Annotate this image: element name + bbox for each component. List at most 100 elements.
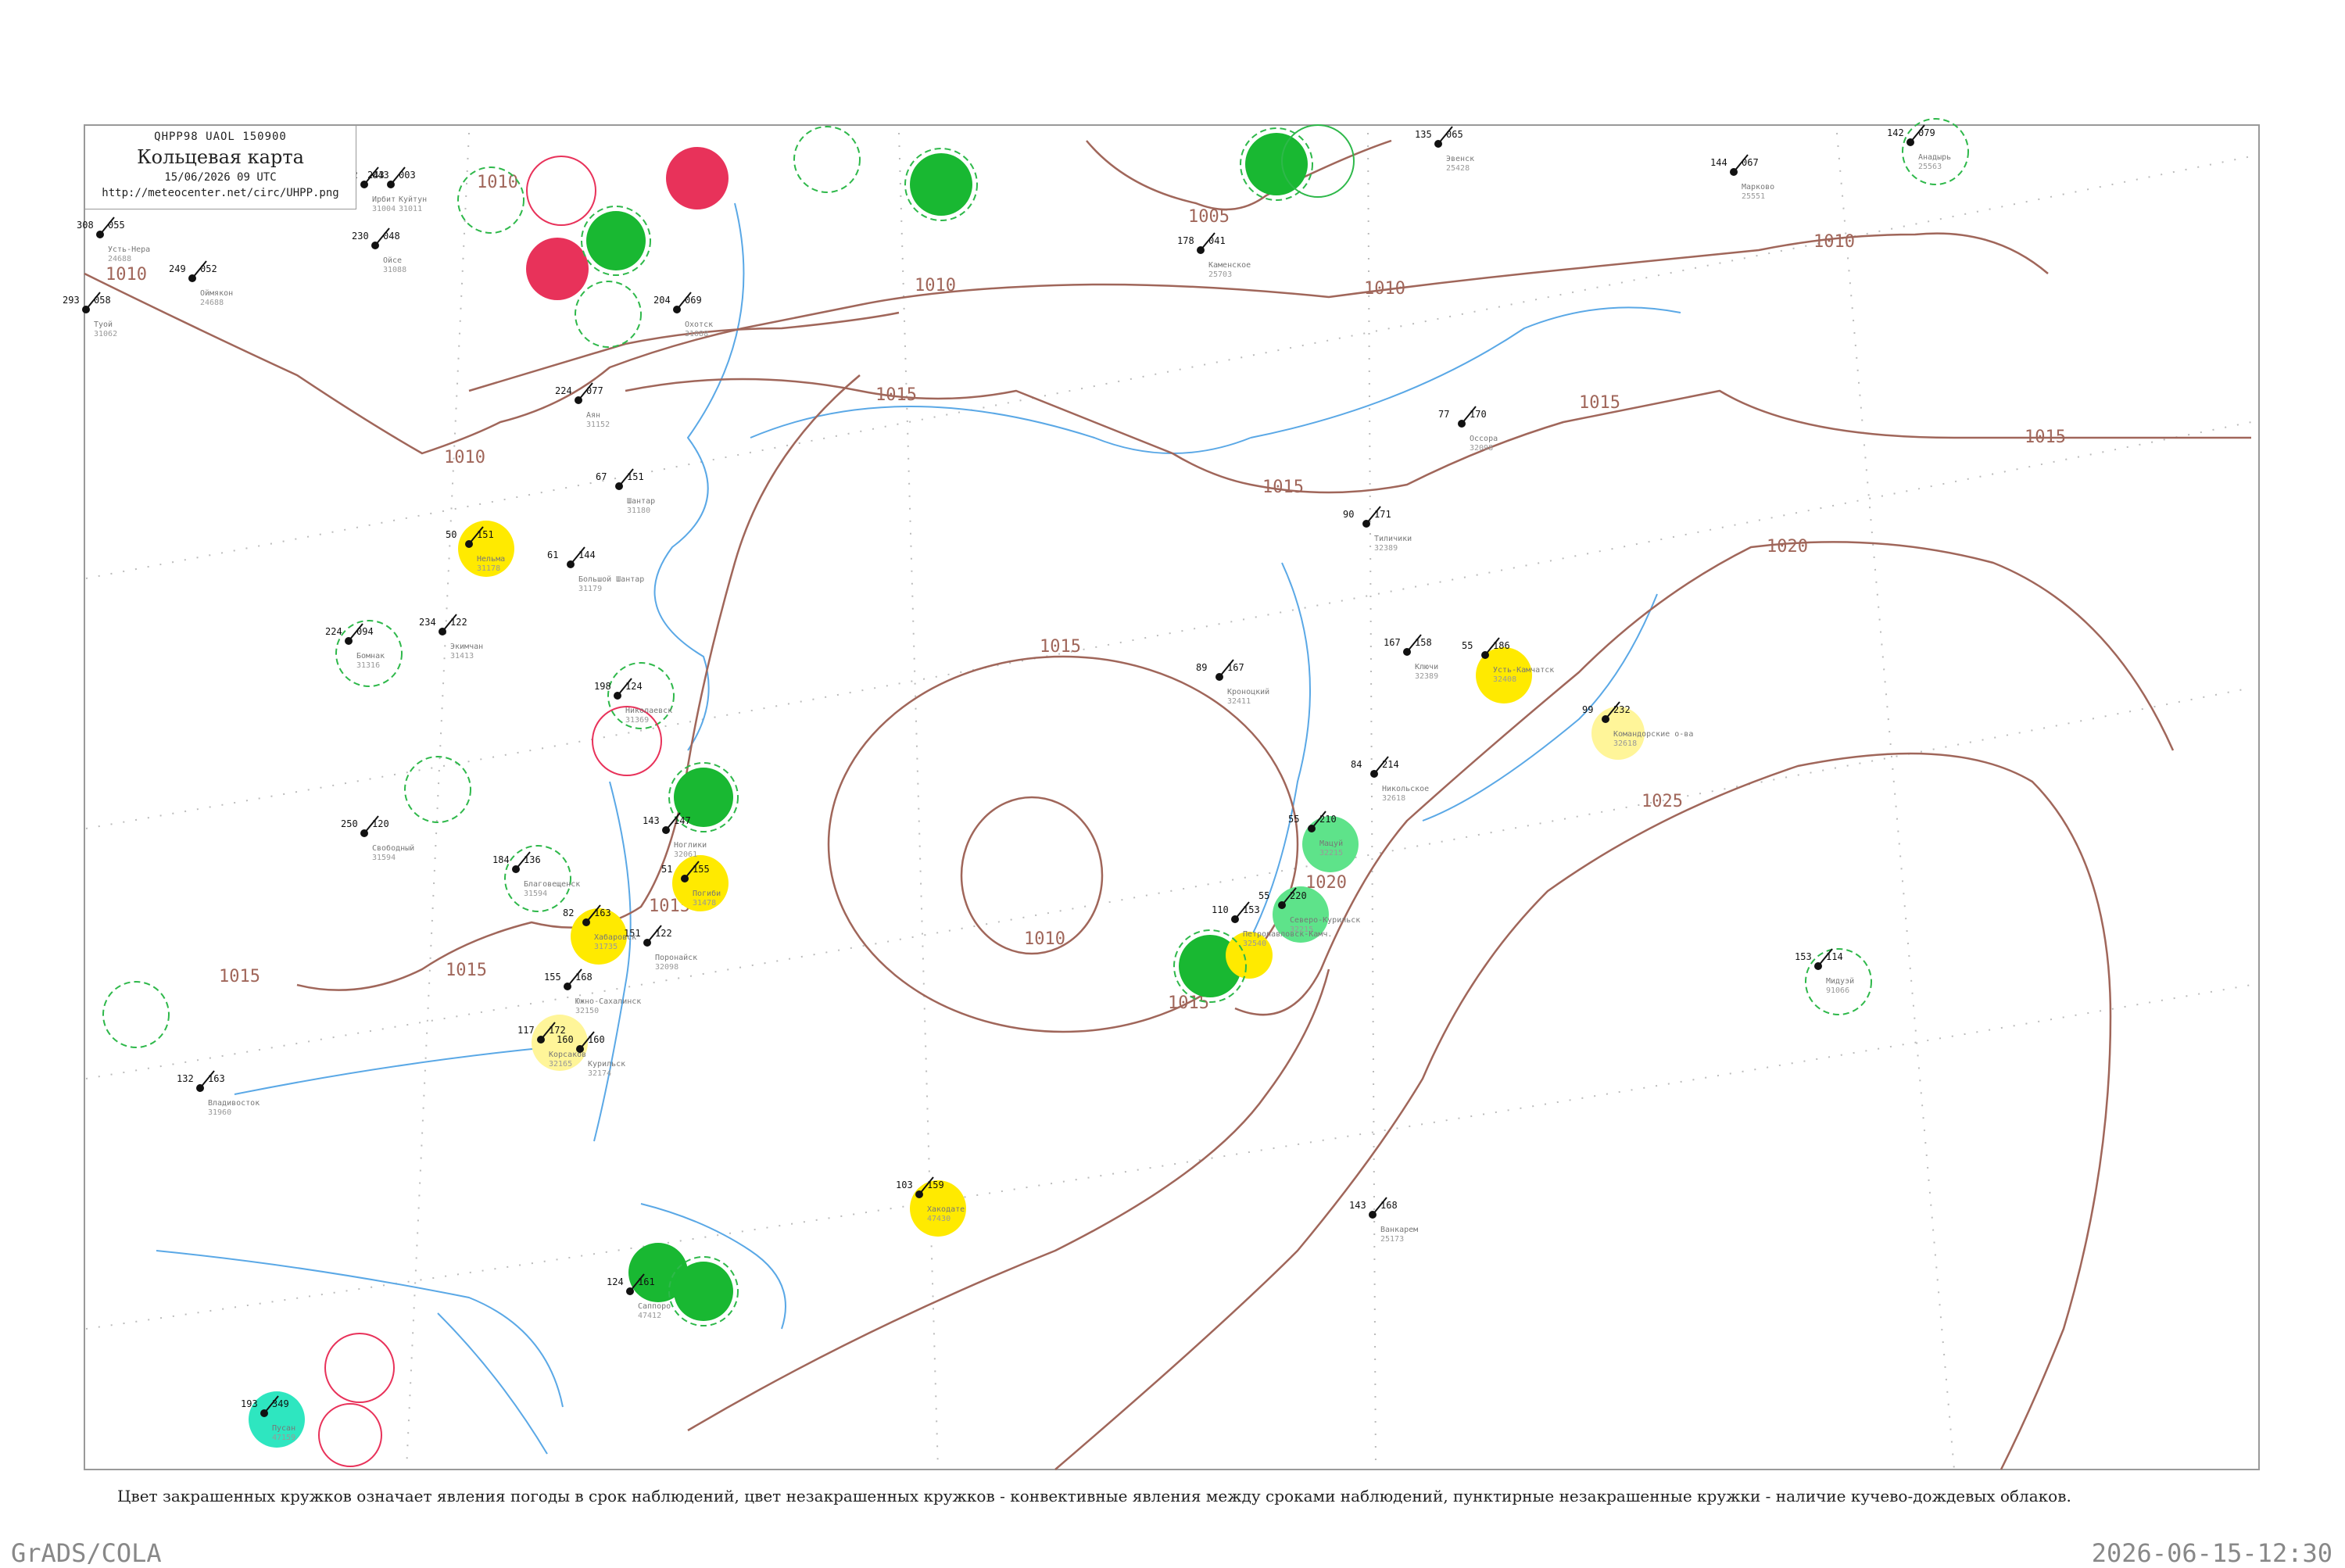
station-name: Охотск	[685, 320, 713, 329]
isobar-label: 1005	[1188, 207, 1230, 227]
isobar-label: 1010	[1813, 232, 1855, 252]
station-plot: 132 163 Владивосток31960	[177, 1070, 260, 1117]
station-name: Командорские о-ва	[1613, 730, 1693, 739]
rain-circle	[910, 153, 972, 216]
station-id: 25551	[1742, 192, 1765, 201]
station-id: 31735	[594, 943, 618, 951]
station-name: Туой	[94, 320, 113, 329]
station-pressure: 094	[356, 626, 374, 637]
station-pressure: 158	[1415, 637, 1432, 648]
station-temp: 103	[896, 1180, 913, 1190]
weather-circles	[102, 118, 1969, 1467]
render-timestamp: 2026-06-15-12:30	[2091, 1538, 2332, 1568]
station-id: 25703	[1208, 270, 1232, 279]
station-id: 31413	[450, 652, 474, 660]
station-pressure: 349	[272, 1398, 289, 1409]
station-pressure: 136	[524, 854, 541, 865]
station-id: 31594	[524, 890, 547, 898]
station-plot: 234 122 Экимчан31413	[419, 614, 483, 660]
station-temp: 230	[352, 231, 369, 242]
station-id: 31960	[208, 1108, 231, 1117]
station-pressure: 159	[927, 1180, 944, 1190]
isobar-label: 1010	[915, 276, 956, 295]
station-name: Анадырь	[1918, 153, 1951, 162]
station-pressure: 052	[200, 263, 217, 274]
station-id: 31004	[372, 205, 396, 213]
station-temp: 198	[594, 681, 611, 692]
station-id: 32098	[1470, 444, 1493, 453]
station-pressure: 163	[208, 1073, 225, 1084]
station-name: Нельма	[477, 555, 505, 564]
station-plot: 224 094 Бомнак31316	[325, 623, 385, 670]
station-name: Никольское	[1382, 785, 1429, 793]
station-pressure: 163	[594, 908, 611, 918]
station-plot: 153 114 Мидуэй91066	[1795, 948, 1854, 995]
isobar-label: 1015	[1262, 478, 1304, 497]
station-pressure: 144	[578, 550, 596, 560]
software-credit: GrADS/COLA	[11, 1538, 162, 1568]
cb-dashed-circle	[575, 281, 642, 348]
station-pressure: 186	[1493, 640, 1510, 651]
station-temp: 249	[169, 263, 186, 274]
station-temp: 82	[563, 908, 574, 918]
rain-circle	[1245, 133, 1308, 195]
synoptic-map: 1010 1010 1010 1010 1010 1005 1010 1015 …	[63, 118, 2260, 1470]
station-temp: 143	[643, 815, 660, 826]
station-id: 32061	[674, 850, 697, 859]
station-name: Ключи	[1415, 663, 1438, 671]
isobar-label: 1015	[1579, 393, 1620, 413]
station-pressure: 160	[588, 1034, 605, 1045]
station-name: Саппоро	[638, 1302, 671, 1311]
station-name: Экимчан	[450, 643, 483, 651]
map-url[interactable]: http://meteocenter.net/circ/UHPP.png	[85, 187, 356, 199]
legend-explanation: Цвет закрашенных кружков означает явлени…	[117, 1487, 2071, 1505]
station-plot: 230 048 Ойсе31088	[352, 227, 406, 274]
station-name: Ойсе	[383, 256, 402, 265]
station-plot: 77 170 Оссора32098	[1438, 406, 1498, 453]
station-name: Кроноцкий	[1227, 687, 1269, 696]
station-id: 32389	[1374, 544, 1398, 553]
station-id: 47412	[638, 1312, 661, 1320]
station-name: Пусан	[272, 1424, 295, 1433]
station-id: 31011	[399, 205, 422, 213]
station-id: 32540	[1243, 940, 1266, 948]
station-name: Хакодате	[927, 1205, 965, 1214]
station-id: 47159	[272, 1434, 295, 1442]
thunder-circle	[526, 238, 589, 300]
station-id: 32174	[588, 1069, 611, 1078]
station-temp: 144	[1710, 157, 1727, 168]
station-plot: 90 171 Тиличики32389	[1343, 506, 1412, 553]
station-name: Благовещенск	[524, 880, 580, 889]
station-plot: 143 168 Ванкарем25173	[1349, 1197, 1418, 1244]
cb-dashed-circle	[102, 981, 170, 1048]
station-id: 32389	[1415, 672, 1438, 681]
station-name: Свободный	[372, 843, 414, 853]
station-temp: 55	[1288, 814, 1299, 825]
station-temp: 124	[607, 1276, 624, 1287]
station-pressure: 171	[1374, 509, 1391, 520]
station-pressure: 069	[685, 295, 702, 306]
station-temp: 55	[1258, 890, 1269, 901]
station-temp: 167	[1384, 637, 1401, 648]
station-id: 31180	[627, 507, 650, 515]
station-id: 25428	[1446, 164, 1470, 173]
isobar-label: 1010	[444, 448, 485, 467]
station-temp: 243	[367, 170, 385, 181]
bulletin-code: QHPP98 UAOL 150900	[154, 131, 287, 143]
station-plot: 84 214 Никольское32618	[1351, 756, 1429, 803]
station-temp: 50	[446, 529, 456, 540]
station-plot: 142 079 Анадырь25563	[1887, 124, 1951, 171]
thunder-hollow-circle	[526, 156, 596, 226]
station-plot: 249 052 Оймякон24688	[169, 260, 233, 307]
isobar-label: 1015	[446, 961, 487, 980]
station-pressure: 214	[1382, 759, 1399, 770]
station-id: 25173	[1380, 1235, 1404, 1244]
rain-circle	[586, 211, 646, 270]
station-plot: 178 041 Каменское25703	[1177, 232, 1251, 279]
station-temp: 55	[1462, 640, 1473, 651]
station-id: 31062	[94, 330, 117, 338]
station-temp: 193	[241, 1398, 258, 1409]
station-pressure: 151	[477, 529, 494, 540]
station-id: 32408	[1493, 675, 1516, 684]
station-pressure: 122	[655, 928, 672, 939]
